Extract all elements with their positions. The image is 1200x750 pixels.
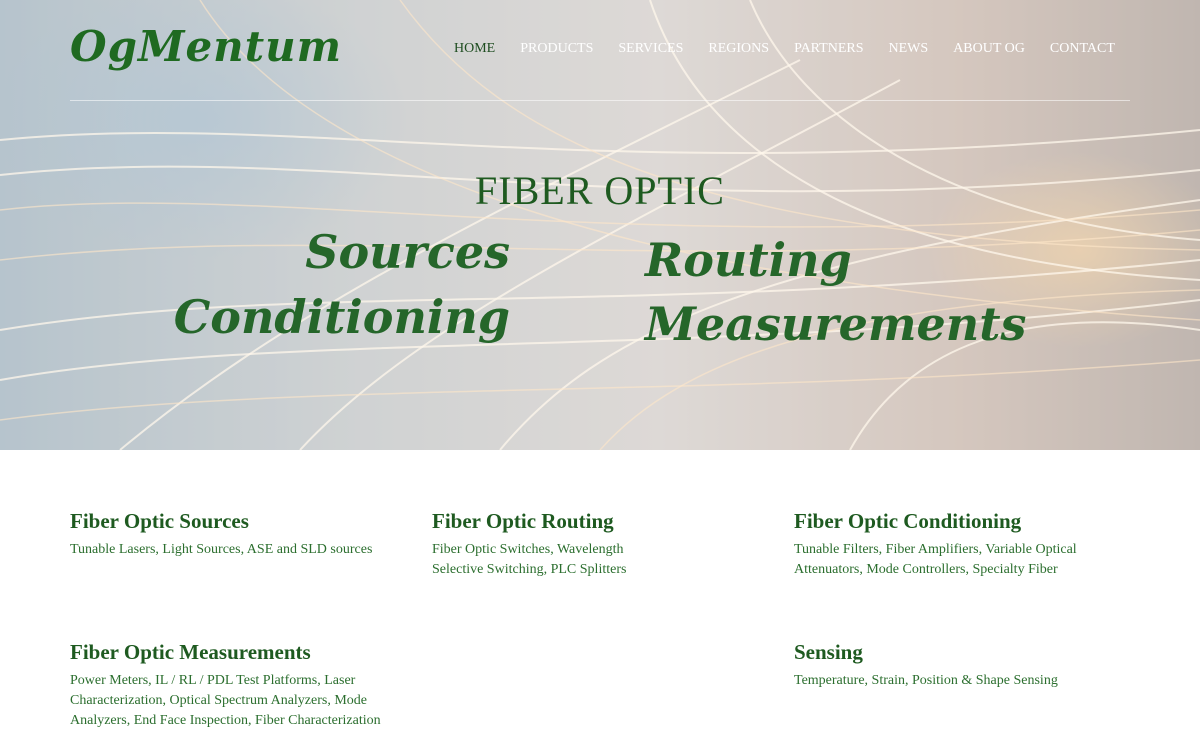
section-body: Tunable Lasers, Light Sources, ASE and S… — [70, 542, 373, 557]
hero-title: FIBER OPTIC — [475, 168, 725, 213]
nav-services[interactable]: SERVICES — [618, 41, 683, 57]
site-logo[interactable]: OgMentum — [70, 22, 342, 71]
hero-word-routing: Routing — [645, 233, 852, 287]
section-title[interactable]: Fiber Optic Routing — [432, 509, 632, 534]
nav-news[interactable]: NEWS — [889, 41, 929, 57]
nav-regions[interactable]: REGIONS — [708, 41, 769, 57]
nav-home[interactable]: HOME — [454, 41, 495, 57]
hero-banner: OgMentum HOME PRODUCTS SERVICES REGIONS … — [0, 0, 1200, 450]
section-title[interactable]: Sensing — [794, 640, 1114, 665]
nav-products[interactable]: PRODUCTS — [520, 41, 593, 57]
nav-about[interactable]: ABOUT OG — [953, 41, 1025, 57]
section-title[interactable]: Fiber Optic Measurements — [70, 640, 390, 665]
section-conditioning: Fiber Optic Conditioning Tunable Filters… — [794, 509, 1094, 580]
main-nav: HOME PRODUCTS SERVICES REGIONS PARTNERS … — [454, 41, 1140, 57]
section-sensing: Sensing Temperature, Strain, Position & … — [794, 640, 1114, 691]
section-title[interactable]: Fiber Optic Sources — [70, 509, 400, 534]
section-measurements: Fiber Optic Measurements Power Meters, I… — [70, 640, 390, 731]
hero-word-measurements: Measurements — [645, 297, 1027, 351]
section-title[interactable]: Fiber Optic Conditioning — [794, 509, 1094, 534]
hero-word-conditioning: Conditioning — [173, 290, 510, 344]
section-sources: Fiber Optic Sources Tunable Lasers, Ligh… — [70, 509, 400, 560]
section-body: Fiber Optic Switches, Wavelength Selecti… — [432, 542, 627, 577]
hero-word-sources: Sources — [305, 225, 510, 279]
nav-contact[interactable]: CONTACT — [1050, 41, 1115, 57]
header-divider — [70, 100, 1130, 101]
nav-partners[interactable]: PARTNERS — [794, 41, 863, 57]
section-body: Power Meters, IL / RL / PDL Test Platfor… — [70, 673, 381, 728]
section-routing: Fiber Optic Routing Fiber Optic Switches… — [432, 509, 632, 580]
section-body: Tunable Filters, Fiber Amplifiers, Varia… — [794, 542, 1077, 577]
section-body: Temperature, Strain, Position & Shape Se… — [794, 673, 1058, 688]
